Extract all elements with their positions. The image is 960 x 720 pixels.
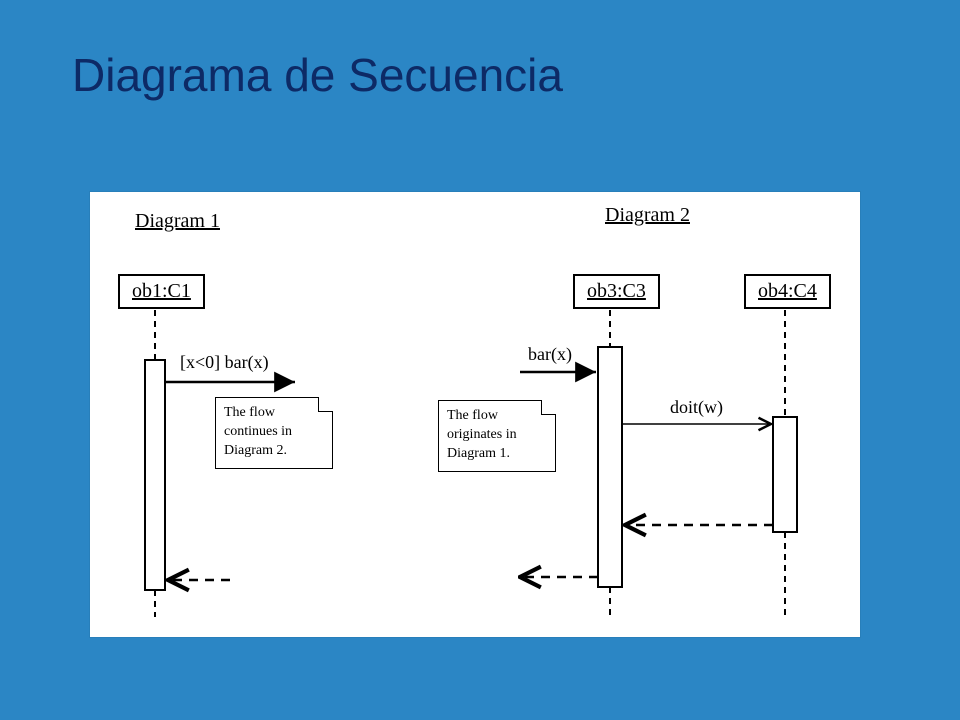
- note-line: The flow: [447, 408, 498, 423]
- lifeline-ob1: ob1:C1: [118, 274, 205, 309]
- slide-container: Diagrama de Secuencia: [0, 0, 960, 720]
- lifeline-ob3: ob3:C3: [573, 274, 660, 309]
- diagram1-note: The flow continues in Diagram 2.: [215, 397, 333, 469]
- diagram2-incoming-message: bar(x): [528, 344, 572, 365]
- note-line: Diagram 1.: [447, 446, 510, 461]
- lifeline-ob4: ob4:C4: [744, 274, 831, 309]
- note-line: continues in: [224, 424, 292, 439]
- note-line: Diagram 2.: [224, 443, 287, 458]
- note-line: The flow: [224, 405, 275, 420]
- note-line: originates in: [447, 427, 517, 442]
- diagram1-label: Diagram 1: [135, 210, 220, 233]
- diagram2-label: Diagram 2: [605, 204, 690, 227]
- diagram2-call-message: doit(w): [670, 397, 723, 418]
- slide-title: Diagrama de Secuencia: [72, 48, 563, 102]
- diagram1-message: [x<0] bar(x): [180, 352, 269, 373]
- diagram2-note: The flow originates in Diagram 1.: [438, 400, 556, 472]
- diagram-panel: Diagram 1 ob1:C1 [x<0] bar(x) The flow c…: [90, 192, 860, 637]
